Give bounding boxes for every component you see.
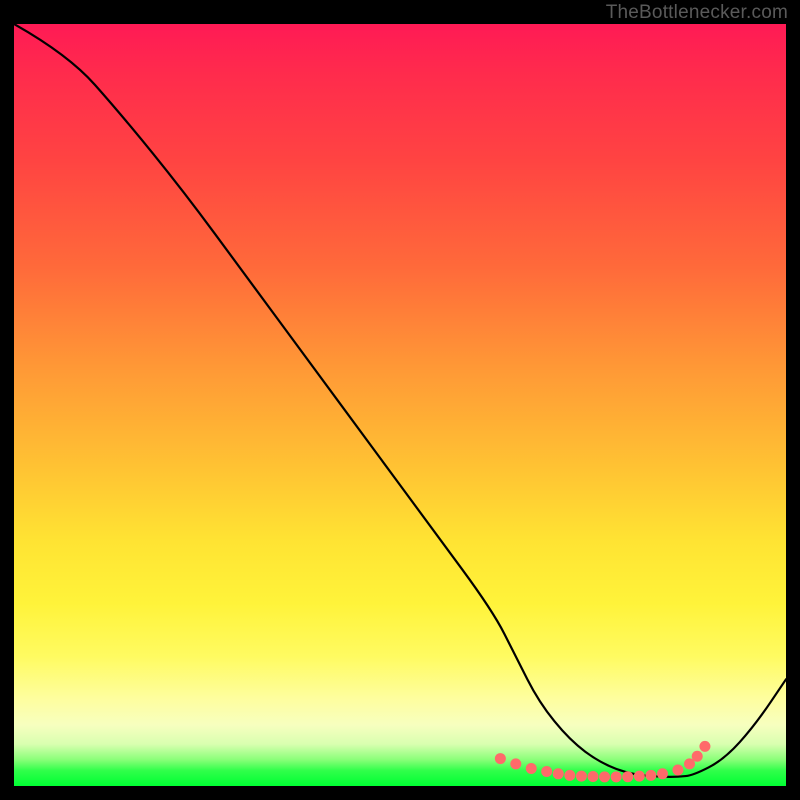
- highlight-dot: [611, 771, 622, 782]
- highlight-dot: [692, 751, 703, 762]
- highlight-dot: [495, 753, 506, 764]
- highlight-dot: [510, 758, 521, 769]
- bottleneck-curve: [14, 24, 786, 777]
- highlight-dot: [599, 771, 610, 782]
- highlight-dot: [672, 765, 683, 776]
- highlight-dot: [622, 771, 633, 782]
- highlight-dot: [699, 741, 710, 752]
- highlight-dot: [657, 768, 668, 779]
- highlight-dot: [564, 770, 575, 781]
- chart-stage: TheBottlenecker.com: [0, 0, 800, 800]
- highlight-dot: [645, 770, 656, 781]
- highlight-dot: [684, 758, 695, 769]
- highlight-dot: [541, 766, 552, 777]
- plot-area: [14, 24, 786, 786]
- highlight-dot: [553, 768, 564, 779]
- chart-overlay-svg: [14, 24, 786, 786]
- highlight-dot: [576, 771, 587, 782]
- highlight-dot: [634, 771, 645, 782]
- highlight-markers: [495, 741, 711, 782]
- curve-line: [14, 24, 786, 777]
- highlight-dot: [526, 763, 537, 774]
- watermark-text: TheBottlenecker.com: [606, 2, 788, 24]
- highlight-dot: [588, 771, 599, 782]
